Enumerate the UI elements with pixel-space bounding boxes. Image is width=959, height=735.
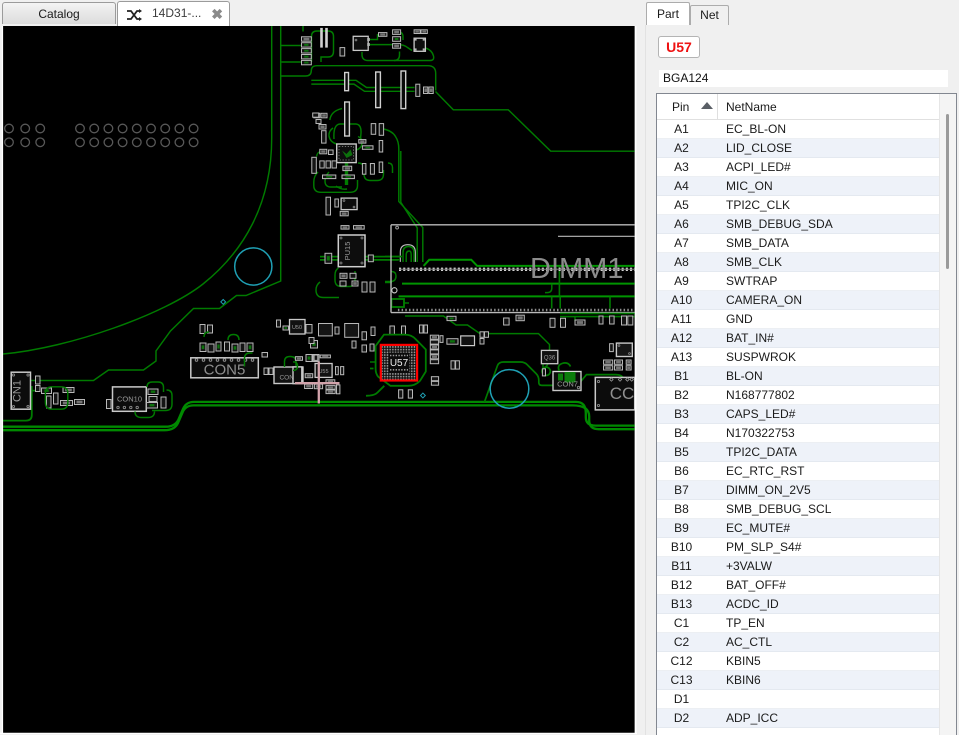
svg-text:CON10: CON10 [117, 395, 142, 404]
svg-text:CON7: CON7 [557, 380, 578, 389]
svg-text:PU15: PU15 [343, 242, 352, 261]
svg-text:Q36: Q36 [544, 356, 556, 362]
svg-text:CC: CC [610, 384, 635, 403]
svg-text:U50: U50 [292, 325, 302, 331]
svg-text:DIMM1: DIMM1 [530, 253, 623, 285]
svg-text:CN1: CN1 [12, 380, 24, 402]
svg-text:U57: U57 [390, 358, 409, 369]
svg-text:CON5: CON5 [204, 362, 246, 379]
svg-text:U55: U55 [318, 369, 328, 375]
